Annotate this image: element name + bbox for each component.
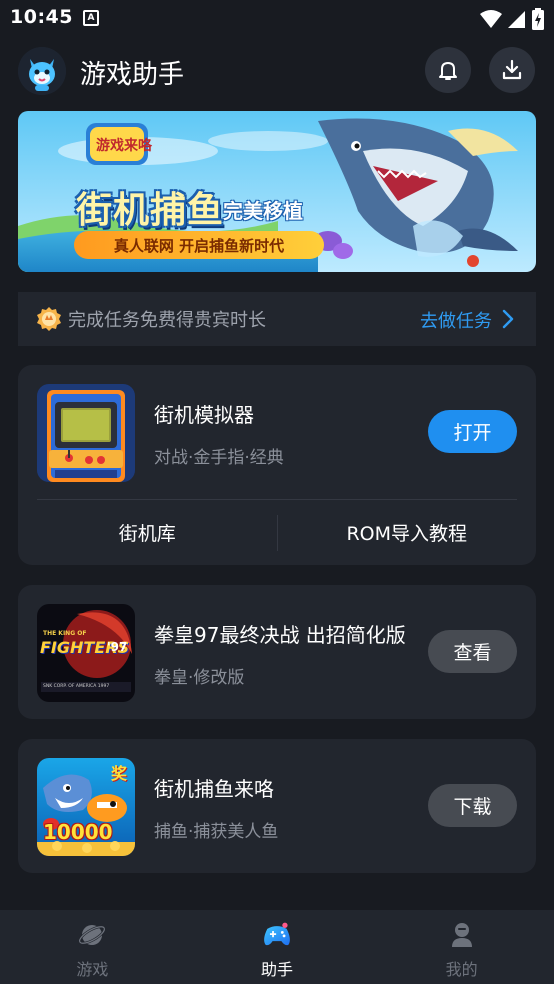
nav-label-assistant: 助手 (261, 960, 294, 979)
gamepad-icon (262, 920, 292, 950)
download-game-button[interactable]: 下载 (428, 784, 517, 827)
card-description: 捕鱼·捕获美人鱼 (154, 822, 279, 842)
kof97-card: THE KING OF FIGHTERS '97 SNK CORP. OF AM… (18, 585, 536, 719)
header: 游戏助手 (0, 40, 554, 100)
kof97-logo-icon[interactable]: THE KING OF FIGHTERS '97 SNK CORP. OF AM… (37, 604, 135, 702)
signal-icon (508, 11, 525, 28)
a-badge-icon: A (83, 10, 99, 26)
kof-top-text: THE KING OF (43, 630, 87, 637)
medal-icon (37, 307, 61, 331)
view-button[interactable]: 查看 (428, 630, 517, 673)
nav-label-mine: 我的 (445, 960, 478, 979)
user-icon (447, 920, 477, 950)
card-description: 对战·金手指·经典 (154, 448, 284, 468)
fishing-badge: 奖 (111, 764, 128, 783)
chevron-right-icon[interactable] (502, 309, 514, 329)
game-assistant-screen: 10:45 A 游戏助手 游戏来咯 街机捕鱼 完美移植 真人联网 开启捕鱼新时代… (0, 0, 554, 984)
banner-title: 街机捕鱼 (76, 190, 225, 231)
banner-tag: 完美移植 (223, 199, 303, 223)
nav-item-assistant[interactable]: 助手 (185, 910, 370, 984)
download-button[interactable] (489, 47, 535, 93)
rom-import-tutorial-link[interactable]: ROM导入教程 (278, 500, 537, 565)
task-text: 完成任务免费得贵宾时长 (68, 310, 266, 331)
battery-charging-icon (532, 8, 544, 30)
banner-game-logo: 游戏来咯 (96, 138, 152, 154)
status-bar: 10:45 A (0, 0, 554, 38)
banner-slogan-pill: 真人联网 开启捕鱼新时代 (74, 231, 324, 259)
nav-item-mine[interactable]: 我的 (369, 910, 554, 984)
arcade-emulator-card: 街机模拟器 对战·金手指·经典 打开 街机库 ROM导入教程 (18, 365, 536, 565)
nav-label-games: 游戏 (76, 960, 109, 979)
fishing-score: 10000 (43, 820, 113, 844)
card-title: 街机模拟器 (154, 403, 254, 427)
promo-banner[interactable]: 游戏来咯 街机捕鱼 完美移植 真人联网 开启捕鱼新时代 (18, 111, 536, 272)
fishing-game-card: 奖 10000 街机捕鱼来咯 捕鱼·捕获美人鱼 下载 (18, 739, 536, 873)
card-description: 拳皇·修改版 (154, 668, 245, 688)
status-icons (480, 8, 544, 30)
notification-button[interactable] (425, 47, 471, 93)
arcade-cabinet-icon[interactable] (37, 384, 135, 482)
wifi-icon (480, 10, 502, 28)
do-task-link[interactable]: 去做任务 (420, 307, 492, 333)
status-time: 10:45 (10, 6, 73, 28)
kof-number-text: '97 (107, 640, 128, 654)
page-title: 游戏助手 (80, 60, 185, 90)
nav-item-games[interactable]: 游戏 (0, 910, 185, 984)
card-links: 街机库 ROM导入教程 (18, 500, 536, 565)
download-icon (502, 59, 522, 80)
kof-bottom-text: SNK CORP. OF AMERICA 1997 (43, 684, 110, 689)
bottom-navigation: 游戏 助手 我的 (0, 910, 554, 984)
mascot-avatar-icon[interactable] (18, 47, 66, 95)
open-button[interactable]: 打开 (428, 410, 517, 453)
arcade-library-link[interactable]: 街机库 (18, 500, 277, 565)
fishing-game-icon[interactable]: 奖 10000 (37, 758, 135, 856)
planet-icon (77, 920, 107, 950)
banner-slogan: 真人联网 开启捕鱼新时代 (113, 236, 285, 255)
card-title: 拳皇97最终决战 出招简化版 (154, 623, 406, 647)
card-title: 街机捕鱼来咯 (154, 777, 274, 801)
task-banner[interactable]: 完成任务免费得贵宾时长 去做任务 (18, 292, 536, 346)
bell-icon (439, 62, 457, 80)
